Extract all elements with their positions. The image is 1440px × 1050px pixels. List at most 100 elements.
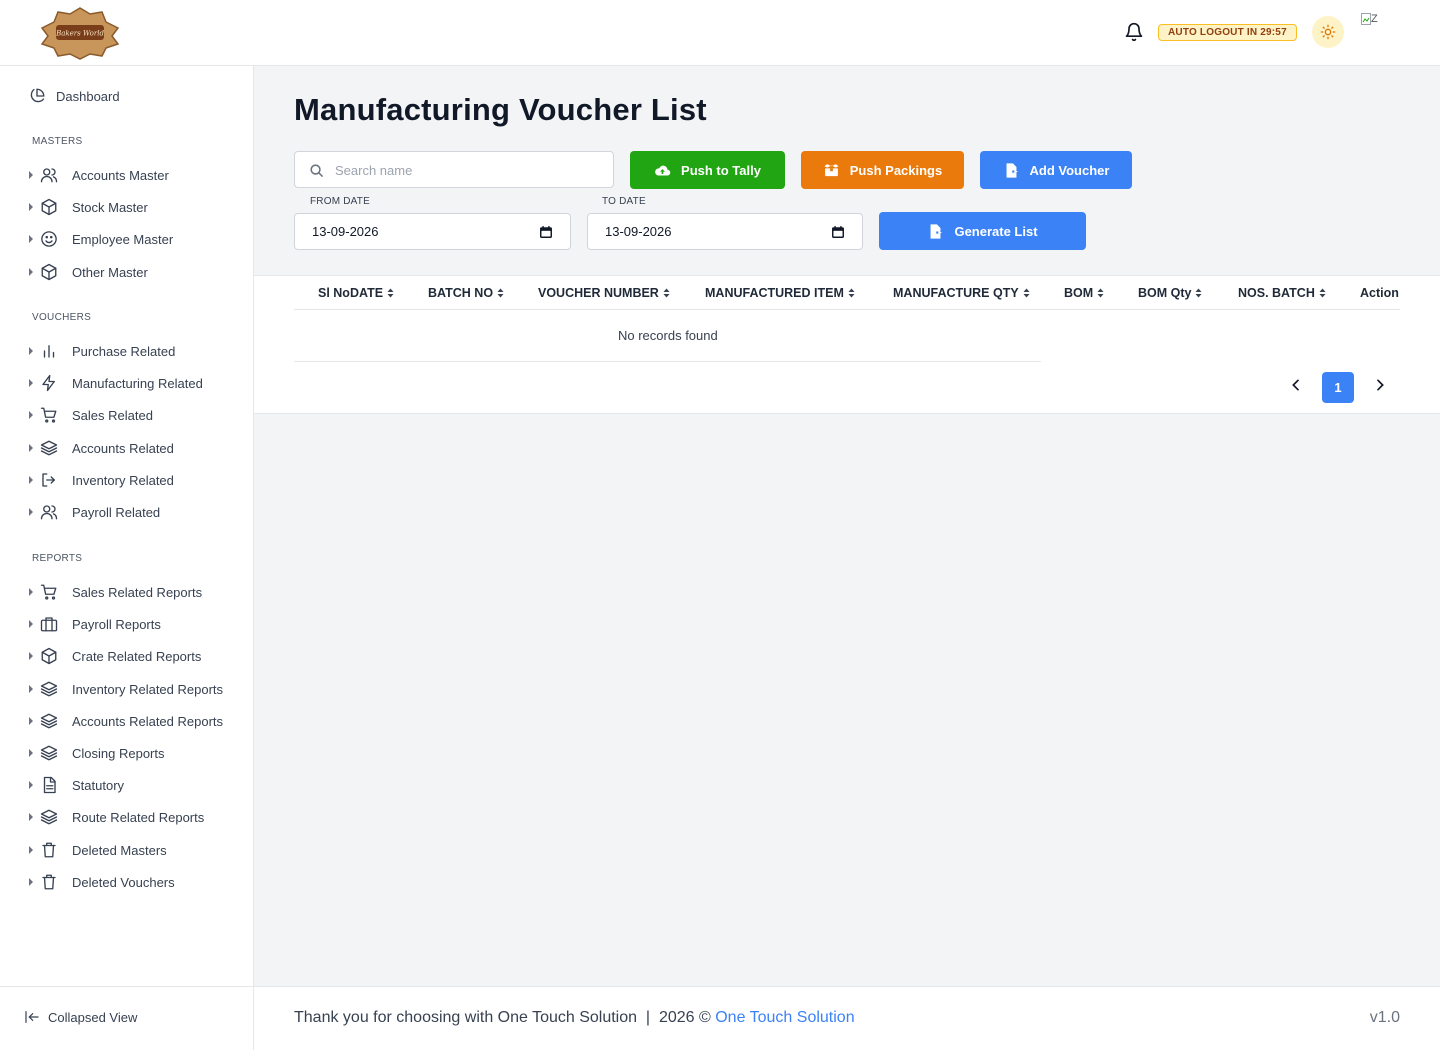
caret-right-icon [29,171,33,179]
sidebar-item-label: Payroll Reports [72,616,161,632]
bakers-world-logo[interactable]: Bakers World [38,6,122,60]
column-header-label: Sl No [318,286,350,300]
sidebar-item-deleted-masters[interactable]: Deleted Masters [28,840,167,860]
cloud-upload-icon [655,165,671,175]
calendar-icon[interactable] [539,225,553,239]
sidebar-item-label: Purchase Related [72,343,176,359]
column-header-label: BATCH NO [428,286,494,300]
from-date-value: 13-09-2026 [312,224,379,239]
column-header-voucher-number[interactable]: VOUCHER NUMBER [538,286,670,300]
column-header-date[interactable]: DATE [350,286,394,300]
caret-right-icon [29,652,33,660]
sidebar-item-statutory[interactable]: Statutory [28,775,124,795]
sidebar-item-label: Inventory Related Reports [72,681,224,697]
theme-toggle-button[interactable] [1312,16,1344,48]
column-header-bom-qty[interactable]: BOM Qty [1138,286,1202,300]
chevron-left-icon[interactable] [1288,377,1304,393]
sidebar-item-payroll-reports[interactable]: Payroll Reports [28,614,161,634]
collapse-left-icon [25,1011,39,1023]
generate-list-button[interactable]: Generate List [879,212,1086,250]
page-title: Manufacturing Voucher List [294,92,707,127]
add-voucher-button[interactable]: Add Voucher [980,151,1132,189]
notification-bell-icon[interactable] [1124,22,1144,42]
file-export-icon [930,223,943,239]
caret-right-icon [29,685,33,693]
push-to-tally-button[interactable]: Push to Tally [630,151,785,189]
column-header-label: VOUCHER NUMBER [538,286,659,300]
pagination-page-button[interactable]: 1 [1322,372,1354,403]
sidebar-item-employee-master[interactable]: Employee Master [28,229,173,249]
sort-icon [497,288,504,298]
collapsed-view-button[interactable]: Collapsed View [24,1009,137,1025]
users-icon [40,168,58,183]
caret-right-icon [29,717,33,725]
sidebar-item-sales-related[interactable]: Sales Related [28,405,153,425]
caret-right-icon [29,878,33,886]
sidebar-item-label: Dashboard [56,88,120,104]
lightning-icon [42,374,55,392]
column-header-manufacture-qty[interactable]: MANUFACTURE QTY [893,286,1030,300]
sidebar-item-closing-reports[interactable]: Closing Reports [28,743,165,763]
caret-right-icon [29,846,33,854]
search-input[interactable] [335,160,595,180]
sidebar-item-label: Employee Master [72,231,174,247]
sidebar-item-label: Accounts Master [72,167,169,183]
calendar-icon[interactable] [831,225,845,239]
from-date-field[interactable]: 13-09-2026 [294,213,571,250]
caret-right-icon [29,620,33,628]
auto-logout-badge: AUTO LOGOUT IN 29:57 [1158,24,1297,41]
add-voucher-label: Add Voucher [1029,162,1110,178]
pie-chart-icon [30,88,45,103]
search-box [294,151,614,188]
sidebar-item-label: Deleted Vouchers [72,874,175,890]
sidebar-item-dashboard[interactable]: Dashboard [28,86,120,106]
section-label-masters: MASTERS [32,136,83,147]
cart-icon [40,584,57,600]
sidebar-item-label: Crate Related Reports [72,648,202,664]
sidebar-item-crate-related-reports[interactable]: Crate Related Reports [28,646,201,666]
voucher-table: Sl No DATE BATCH NO VOUCHER NUMBER MANUFACTU… [254,275,1440,414]
column-header-nos-batch[interactable]: NOS. BATCH [1238,286,1326,300]
sidebar-item-route-related-reports[interactable]: Route Related Reports [28,807,204,827]
avatar-alt-text: Z [1371,13,1378,25]
column-header-label: MANUFACTURE QTY [893,286,1019,300]
sidebar-item-payroll-related[interactable]: Payroll Related [28,502,160,522]
sidebar-item-purchase-related[interactable]: Purchase Related [28,341,175,361]
sidebar-item-manufacturing-related[interactable]: Manufacturing Related [28,373,203,393]
document-icon [43,776,56,794]
sidebar-item-label: Sales Related Reports [72,584,203,600]
bar-chart-icon [43,345,55,358]
sidebar-item-label: Manufacturing Related [72,375,203,391]
column-header-manufactured-item[interactable]: MANUFACTURED ITEM [705,286,855,300]
boxes-icon [824,163,839,176]
column-header-bom[interactable]: BOM [1064,286,1104,300]
chevron-right-icon[interactable] [1372,377,1388,393]
to-date-field[interactable]: 13-09-2026 [587,213,863,250]
column-header-label: BOM [1064,286,1094,300]
sidebar-item-accounts-related-reports[interactable]: Accounts Related Reports [28,711,223,731]
sidebar-item-stock-master[interactable]: Stock Master [28,197,148,217]
sidebar-item-sales-related-reports[interactable]: Sales Related Reports [28,582,202,602]
sidebar-item-label: Stock Master [72,199,148,215]
company-link[interactable]: One Touch Solution [715,1009,854,1026]
caret-right-icon [29,476,33,484]
layers-icon [40,440,58,456]
sidebar-item-accounts-related[interactable]: Accounts Related [28,438,174,458]
box-icon [41,647,57,665]
sidebar-item-other-master[interactable]: Other Master [28,262,148,282]
layers-icon [40,809,58,825]
sidebar-item-inventory-related[interactable]: Inventory Related [28,470,174,490]
push-to-tally-label: Push to Tally [681,162,761,178]
generate-list-label: Generate List [954,223,1038,239]
sidebar-item-deleted-vouchers[interactable]: Deleted Vouchers [28,872,175,892]
sidebar-item-label: Statutory [72,777,125,793]
push-packings-button[interactable]: Push Packings [801,151,964,189]
user-avatar[interactable]: Z [1361,13,1385,33]
sidebar-item-accounts-master[interactable]: Accounts Master [28,165,169,185]
to-date-label: TO DATE [602,196,646,207]
sort-icon [848,288,855,298]
sidebar-item-inventory-related-reports[interactable]: Inventory Related Reports [28,679,223,699]
trash-icon [42,874,56,890]
sun-icon [1320,24,1336,40]
column-header-batch-no[interactable]: BATCH NO [428,286,504,300]
